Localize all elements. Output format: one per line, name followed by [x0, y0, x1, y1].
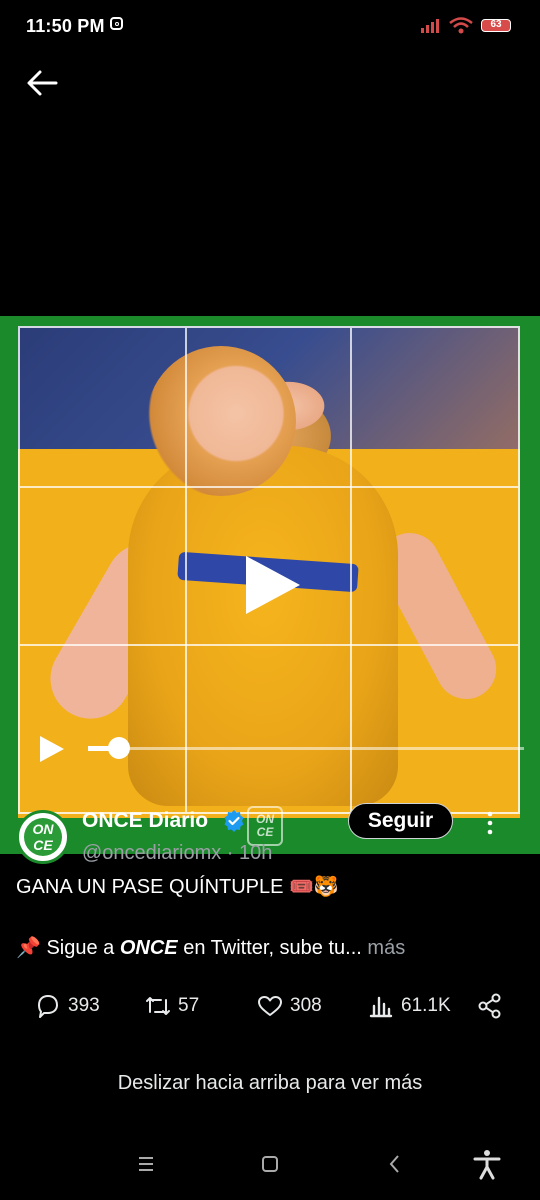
avatar[interactable]: ON CE [16, 810, 70, 864]
accessibility-icon[interactable] [469, 1148, 505, 1180]
tweet-text-bold: ONCE [119, 937, 178, 959]
reply-count: 393 [68, 995, 100, 1016]
recent-apps-icon[interactable] [128, 1148, 164, 1180]
tweet-actions: 393 57 308 61.1K [0, 990, 540, 1022]
back-nav-icon[interactable] [377, 1148, 413, 1180]
author-row: ON CE ONCE Diario ON CE @oncediariomx · … [0, 800, 540, 864]
reply-button[interactable]: 393 [34, 990, 100, 1022]
author-name[interactable]: ONCE Diario [82, 809, 208, 833]
show-more-link[interactable]: más [367, 937, 405, 959]
affiliate-badge-icon: ON CE [247, 806, 283, 846]
grid-line [20, 486, 518, 488]
retweet-button[interactable]: 57 [144, 990, 199, 1022]
tweet-text-prefix: 📌 Sigue a [16, 937, 120, 959]
grid-line [185, 328, 187, 812]
views-count: 61.1K [401, 995, 451, 1016]
video-player[interactable] [0, 316, 540, 854]
like-button[interactable]: 308 [256, 990, 322, 1022]
views-chart-icon [369, 996, 393, 1018]
views-button[interactable]: 61.1K [367, 990, 451, 1022]
swipe-up-hint: Deslizar hacia arriba para ver más [117, 1072, 423, 1094]
tweet-text-line1: GANA UN PASE QUÍNTUPLE 🎟️🐯 [16, 876, 339, 898]
play-icon[interactable] [242, 554, 304, 616]
retweet-count: 57 [178, 995, 200, 1016]
follow-button[interactable]: Seguir [348, 803, 453, 839]
progress-scrubber[interactable] [107, 737, 130, 759]
avatar-logo: ON CE [24, 818, 62, 856]
reply-icon [38, 995, 58, 1018]
share-icon [478, 993, 501, 1019]
author-handle: @oncediariomx · 10h [82, 842, 273, 864]
play-pause-button[interactable] [38, 734, 66, 764]
grid-line [20, 644, 518, 646]
home-icon[interactable] [252, 1148, 288, 1180]
tweet-text-line2: 📌 Sigue a ONCE en Twitter, sube tu... má… [16, 935, 405, 960]
grid-line [350, 328, 352, 812]
share-button[interactable] [476, 990, 504, 1022]
heart-icon [258, 996, 282, 1016]
progress-track[interactable] [88, 747, 524, 750]
like-count: 308 [290, 995, 322, 1016]
verified-badge-icon [224, 810, 244, 832]
battery-icon: 63 [481, 19, 511, 32]
wifi-icon [449, 17, 473, 34]
retweet-icon [146, 997, 170, 1015]
more-options-icon[interactable] [480, 810, 500, 836]
signal-icon [421, 19, 439, 33]
status-bar: 11:50 PM 63 [0, 0, 540, 52]
back-arrow-icon[interactable] [26, 68, 58, 98]
status-time: 11:50 PM [26, 16, 105, 36]
instagram-notification-icon [110, 17, 123, 30]
system-nav-bar [0, 1140, 540, 1188]
tweet-text-suffix: en Twitter, sube tu... [177, 937, 362, 959]
